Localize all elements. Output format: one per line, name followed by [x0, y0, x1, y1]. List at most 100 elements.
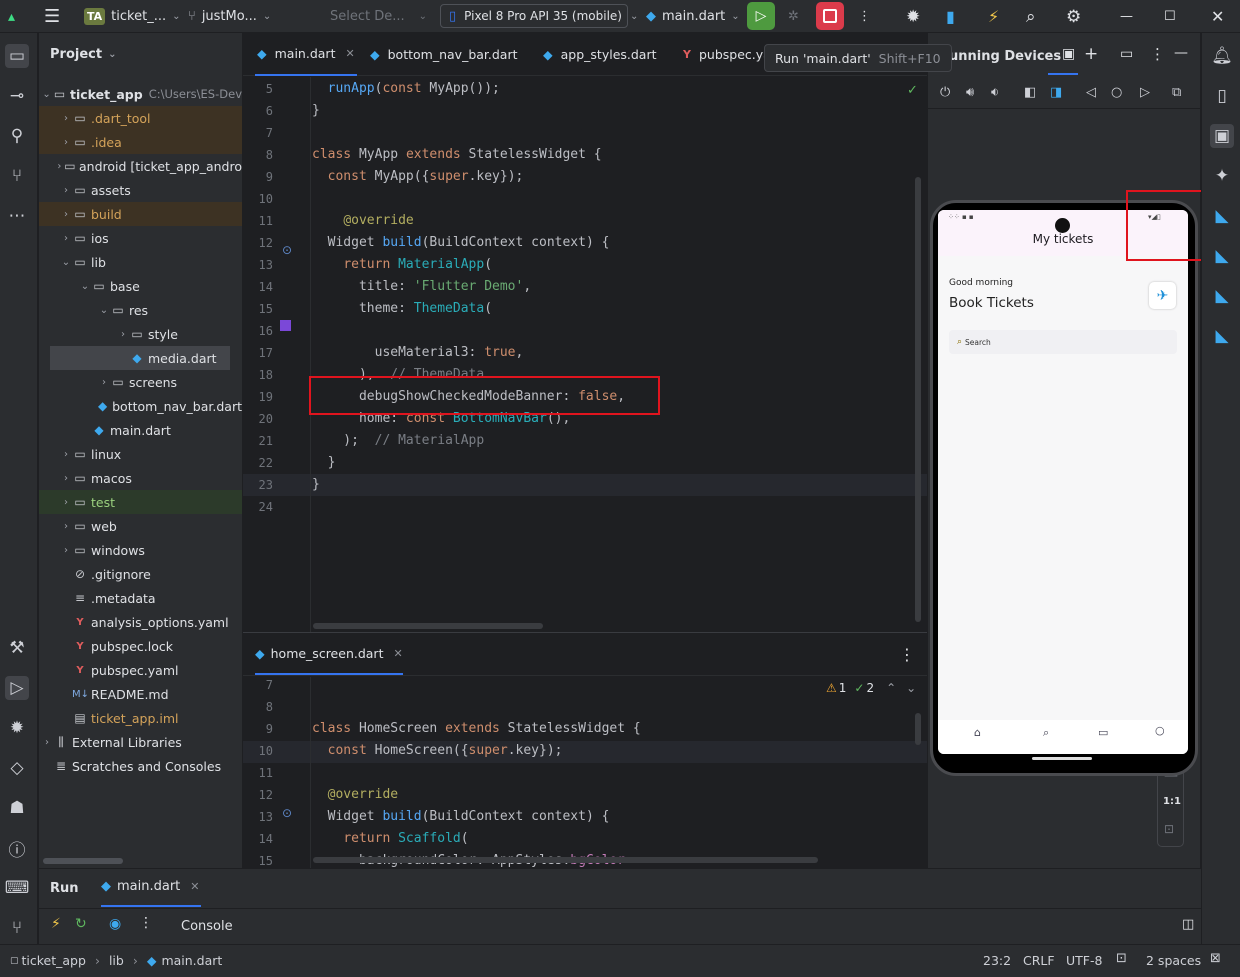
back-icon[interactable]: ◁	[1086, 85, 1096, 100]
hot-reload-icon[interactable]: ⚡	[988, 0, 999, 33]
hide-panel-icon[interactable]: —	[1174, 45, 1188, 61]
running-device-selector[interactable]: ▯ Pixel 8 Pro API 35 (mobile) ⌄	[440, 4, 638, 28]
code-line[interactable]: class HomeScreen extends StatelessWidget…	[312, 721, 641, 736]
structure-icon[interactable]: ⚲	[5, 124, 29, 148]
tree-item[interactable]: ⌄ ▭ base	[39, 274, 242, 298]
add-device-icon[interactable]: +	[1084, 44, 1098, 64]
code-line[interactable]: const HomeScreen({super.key});	[312, 743, 563, 758]
rotate-right-icon[interactable]: ◨	[1050, 85, 1062, 100]
editor-tab[interactable]: ◆ main.dart ✕	[255, 33, 357, 76]
code-line[interactable]: @override	[312, 787, 398, 802]
color-swatch-icon[interactable]	[280, 320, 291, 331]
console-tab[interactable]: Console	[181, 919, 233, 934]
maximize-icon[interactable]: ☐	[1164, 0, 1176, 33]
chevron-right-icon[interactable]: ›	[60, 497, 72, 508]
tree-item[interactable]: › ▭ screens	[39, 370, 242, 394]
tree-item[interactable]: › ▭ style	[39, 322, 242, 346]
code-line[interactable]: Widget build(BuildContext context) {	[312, 235, 610, 250]
chevron-right-icon[interactable]: ›	[60, 209, 72, 220]
search-icon[interactable]: ⌕	[1026, 0, 1036, 33]
gemini-icon[interactable]: ✦	[1210, 164, 1234, 188]
code-line[interactable]: }	[312, 477, 320, 492]
cursor-position[interactable]: 23:2	[983, 953, 1011, 968]
ticket-icon[interactable]: ▭	[1098, 726, 1108, 739]
problems-icon[interactable]: ⓘ	[5, 836, 29, 861]
code-line[interactable]: return MaterialApp(	[312, 257, 492, 272]
tree-root[interactable]: ⌄ ▭ ticket_app C:\Users\ES-Dev	[39, 82, 242, 106]
version-control-icon[interactable]: ⑂	[5, 916, 29, 940]
tree-item[interactable]: ≡ .metadata	[39, 586, 242, 610]
tree-item[interactable]: M↓ README.md	[39, 682, 242, 706]
chevron-down-icon[interactable]: ⌄	[906, 681, 916, 695]
close-icon[interactable]: ✕	[393, 647, 402, 660]
chevron-right-icon[interactable]: ›	[60, 473, 72, 484]
tree-item[interactable]: › ▭ ios	[39, 226, 242, 250]
code-line[interactable]: theme: ThemeData(	[312, 301, 492, 316]
override-gutter-icon[interactable]: ⊙	[282, 243, 292, 257]
tree-item[interactable]: ⊘ .gitignore	[39, 562, 242, 586]
inspection-widget[interactable]: ⚠ 1 ✓ 2 ⌃ ⌄	[826, 681, 916, 695]
more-actions-icon[interactable]: ⋮	[858, 0, 871, 33]
project-panel-header[interactable]: Project ⌄	[50, 47, 116, 62]
project-tool-icon[interactable]: ▭	[5, 44, 29, 68]
chevron-right-icon[interactable]: ›	[55, 161, 64, 172]
power-icon[interactable]: ⏻	[940, 85, 950, 100]
chevron-right-icon[interactable]: ›	[60, 185, 72, 196]
bug-icon[interactable]: ✹	[906, 0, 920, 33]
tree-item[interactable]: › ▭ android [ticket_app_andro	[39, 154, 242, 178]
code-line[interactable]: title: 'Flutter Demo',	[312, 279, 531, 294]
file-encoding[interactable]: UTF-8	[1066, 953, 1102, 968]
line-separator[interactable]: CRLF	[1023, 953, 1055, 968]
crumb-file[interactable]: main.dart	[161, 953, 222, 968]
chevron-down-icon[interactable]: ⌄	[60, 257, 72, 268]
home-icon[interactable]: ○	[1111, 85, 1122, 100]
close-icon[interactable]: ✕	[345, 47, 354, 60]
overview-icon[interactable]: ▷	[1140, 85, 1150, 100]
hot-restart-icon[interactable]: ↻	[75, 916, 87, 932]
commit-icon[interactable]: ⊸	[5, 84, 29, 108]
profile-icon[interactable]: ○	[1155, 724, 1165, 737]
run-config-selector[interactable]: ◆ main.dart ⌄	[646, 0, 740, 33]
vertical-scrollbar-bottom[interactable]	[915, 713, 921, 745]
chevron-right-icon[interactable]: ›	[60, 113, 72, 124]
tree-item[interactable]: › ▭ .dart_tool	[39, 106, 242, 130]
code-line[interactable]: useMaterial3: true,	[312, 345, 524, 360]
horizontal-scrollbar-top[interactable]	[313, 623, 543, 629]
tree-item[interactable]: › ⫼ External Libraries	[39, 730, 242, 754]
devtools-icon[interactable]: ◉	[109, 916, 121, 932]
code-line[interactable]: runApp(const MyApp());	[312, 81, 500, 96]
run-button[interactable]: ▷	[747, 2, 775, 30]
volume-up-icon[interactable]: 🔊︎	[966, 85, 974, 100]
chevron-right-icon[interactable]: ›	[60, 545, 72, 556]
code-line[interactable]: const MyApp({super.key});	[312, 169, 524, 184]
indent-setting[interactable]: 2 spaces	[1146, 953, 1201, 968]
volume-down-icon[interactable]: 🔉︎	[991, 85, 999, 100]
flutter-inspector-icon[interactable]: ◣	[1210, 204, 1234, 228]
chevron-right-icon[interactable]: ›	[60, 449, 72, 460]
flutter-performance-icon[interactable]: ◣	[1210, 244, 1234, 268]
code-pane-top[interactable]: ⊙ ✓ 5 6 7 8 9 10 11 12 13 14 15 16 17 18 19 20 21 22 23 24 …	[243, 77, 927, 632]
close-icon[interactable]: ✕	[190, 880, 199, 893]
code-line[interactable]: }	[312, 103, 320, 118]
flutter-outline-icon[interactable]: ◣	[1210, 284, 1234, 308]
zoom-reset-button[interactable]: 1:1	[1163, 796, 1181, 807]
running-devices-icon[interactable]: ▣	[1210, 124, 1234, 148]
vcs-branch-selector[interactable]: ⑂ justMo... ⌄	[188, 0, 271, 33]
device-selector[interactable]: Select De... ⌄	[330, 0, 427, 33]
project-selector[interactable]: TA ticket_... ⌄	[84, 0, 180, 33]
home-icon[interactable]: ⌂	[974, 726, 981, 739]
search-field[interactable]: ⌕ Search	[949, 330, 1177, 354]
vertical-scrollbar[interactable]	[915, 177, 921, 622]
screenshot-icon[interactable]: ⧉	[1172, 85, 1181, 100]
tree-item[interactable]: ◆ bottom_nav_bar.dart	[39, 394, 242, 418]
window-layout-icon[interactable]: ▭	[1120, 46, 1133, 62]
tree-item[interactable]: › ▭ build	[39, 202, 242, 226]
run-tab[interactable]: ◆ main.dart ✕	[101, 879, 200, 894]
debug-tool-icon[interactable]: ✹	[5, 716, 29, 740]
tree-item[interactable]: ≣ Scratches and Consoles	[39, 754, 242, 778]
layout-icon[interactable]: ◫	[1182, 917, 1194, 932]
code-line[interactable]: ); // MaterialApp	[312, 433, 484, 448]
tree-item[interactable]: Ypubspec.yaml	[39, 658, 242, 682]
terminal-icon[interactable]: ⌨	[5, 876, 30, 900]
tree-item[interactable]: Ypubspec.lock	[39, 634, 242, 658]
